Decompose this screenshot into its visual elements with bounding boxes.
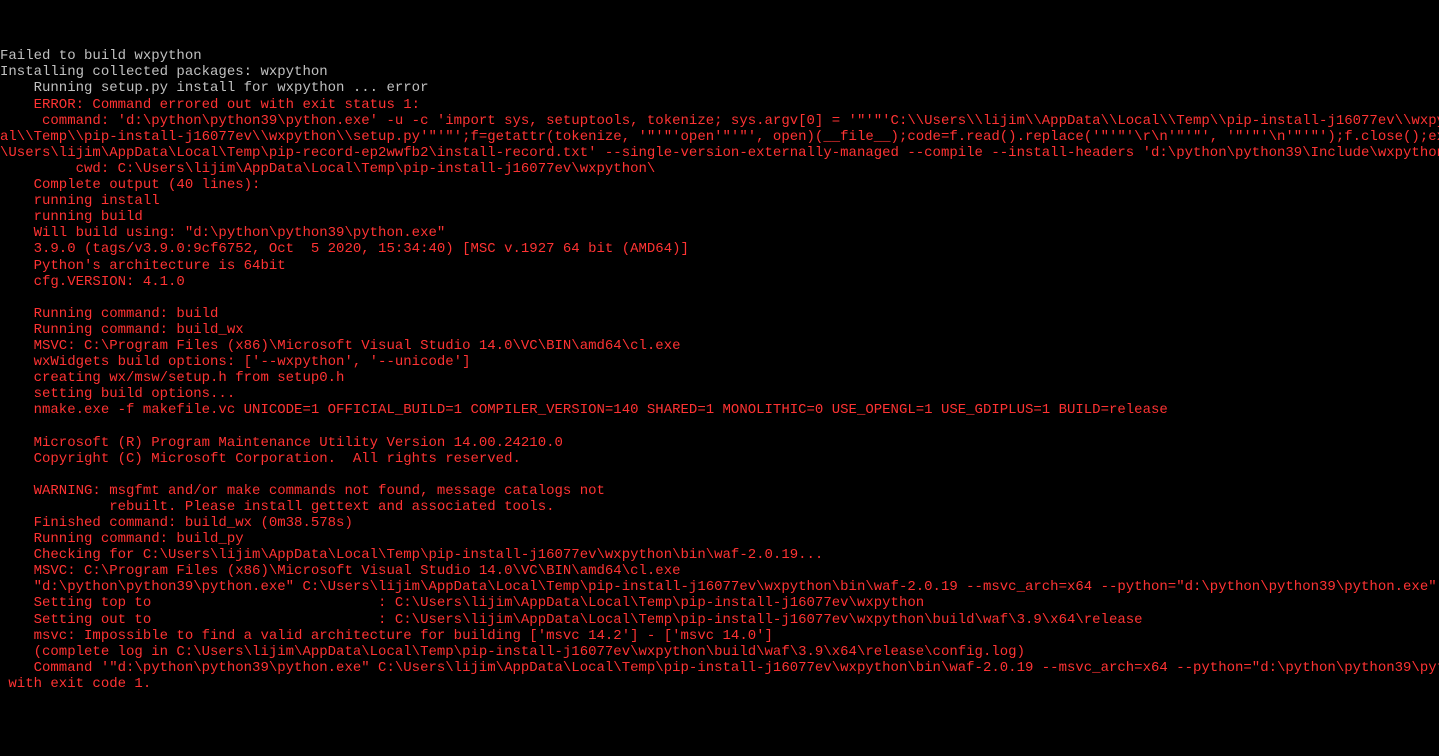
terminal-line: running build <box>0 209 1439 225</box>
terminal-line: Failed to build wxpython <box>0 48 1439 64</box>
terminal-line: Microsoft (R) Program Maintenance Utilit… <box>0 435 1439 451</box>
terminal-line: \Users\lijim\AppData\Local\Temp\pip-reco… <box>0 145 1439 161</box>
terminal-line: wxWidgets build options: ['--wxpython', … <box>0 354 1439 370</box>
terminal-line: (complete log in C:\Users\lijim\AppData\… <box>0 644 1439 660</box>
terminal-line: Running command: build <box>0 306 1439 322</box>
terminal-line: Setting top to : C:\Users\lijim\AppData\… <box>0 595 1439 611</box>
terminal-line: cwd: C:\Users\lijim\AppData\Local\Temp\p… <box>0 161 1439 177</box>
terminal-line: creating wx/msw/setup.h from setup0.h <box>0 370 1439 386</box>
terminal-line: Copyright (C) Microsoft Corporation. All… <box>0 451 1439 467</box>
terminal-line: Installing collected packages: wxpython <box>0 64 1439 80</box>
terminal-line: Finished command: build_wx (0m38.578s) <box>0 515 1439 531</box>
terminal-line: Complete output (40 lines): <box>0 177 1439 193</box>
terminal-line: MSVC: C:\Program Files (x86)\Microsoft V… <box>0 338 1439 354</box>
terminal-line: "d:\python\python39\python.exe" C:\Users… <box>0 579 1439 595</box>
terminal-line <box>0 467 1439 483</box>
terminal-line: al\\Temp\\pip-install-j16077ev\\wxpython… <box>0 129 1439 145</box>
terminal-output: Failed to build wxpythonInstalling colle… <box>0 48 1439 692</box>
terminal-line: msvc: Impossible to find a valid archite… <box>0 628 1439 644</box>
terminal-line: Will build using: "d:\python\python39\py… <box>0 225 1439 241</box>
terminal-line: Command '"d:\python\python39\python.exe"… <box>0 660 1439 676</box>
terminal-line: WARNING: msgfmt and/or make commands not… <box>0 483 1439 499</box>
terminal-line: Python's architecture is 64bit <box>0 258 1439 274</box>
terminal-line: rebuilt. Please install gettext and asso… <box>0 499 1439 515</box>
terminal-line: running install <box>0 193 1439 209</box>
terminal-line: Checking for C:\Users\lijim\AppData\Loca… <box>0 547 1439 563</box>
terminal-line: MSVC: C:\Program Files (x86)\Microsoft V… <box>0 563 1439 579</box>
terminal-line: ERROR: Command errored out with exit sta… <box>0 97 1439 113</box>
terminal-line: Running setup.py install for wxpython ..… <box>0 80 1439 96</box>
terminal-line: cfg.VERSION: 4.1.0 <box>0 274 1439 290</box>
terminal-line: command: 'd:\python\python39\python.exe'… <box>0 113 1439 129</box>
terminal-line: 3.9.0 (tags/v3.9.0:9cf6752, Oct 5 2020, … <box>0 241 1439 257</box>
terminal-line: Setting out to : C:\Users\lijim\AppData\… <box>0 612 1439 628</box>
terminal-line <box>0 418 1439 434</box>
terminal-line: Running command: build_wx <box>0 322 1439 338</box>
terminal-line: nmake.exe -f makefile.vc UNICODE=1 OFFIC… <box>0 402 1439 418</box>
terminal-line: with exit code 1. <box>0 676 1439 692</box>
terminal-line: setting build options... <box>0 386 1439 402</box>
terminal-line <box>0 290 1439 306</box>
terminal-line: Running command: build_py <box>0 531 1439 547</box>
